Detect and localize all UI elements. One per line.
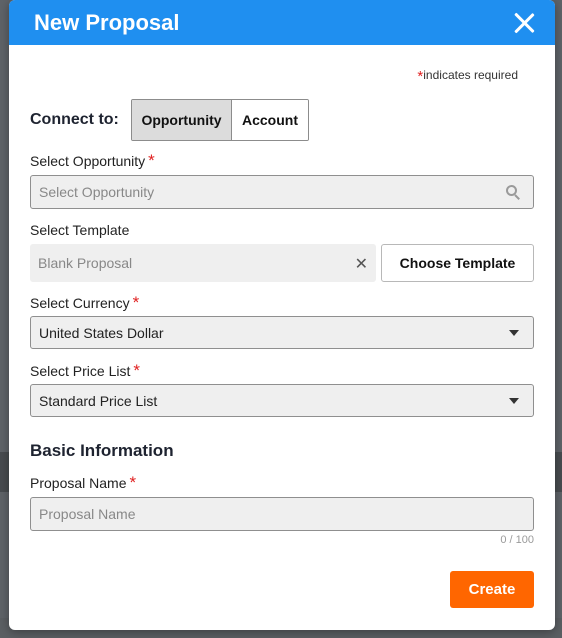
new-proposal-modal: New Proposal *indicates required Connect…	[9, 0, 555, 630]
opportunity-placeholder: Select Opportunity	[39, 184, 155, 200]
price-list-select[interactable]: Standard Price List	[30, 384, 534, 417]
required-star-icon: *	[133, 361, 140, 380]
proposal-name-label-text: Proposal Name	[30, 475, 127, 491]
select-currency-label: Select Currency *	[30, 293, 139, 313]
connect-to-label: Connect to:	[30, 111, 119, 128]
clear-icon[interactable]: ✕	[355, 254, 368, 274]
template-field: Blank Proposal ✕	[30, 244, 376, 282]
required-star-icon: *	[129, 473, 137, 492]
select-price-list-label-text: Select Price List	[30, 363, 131, 379]
chevron-down-icon	[509, 398, 519, 404]
required-note: *indicates required	[417, 68, 518, 85]
chevron-down-icon	[509, 330, 519, 336]
connect-opportunity-button[interactable]: Opportunity	[132, 100, 232, 140]
choose-template-button[interactable]: Choose Template	[381, 244, 534, 282]
proposal-name-label: Proposal Name *	[30, 473, 136, 493]
connect-to-row: Connect to: Opportunity Account	[30, 99, 309, 141]
select-price-list-label: Select Price List *	[30, 361, 140, 381]
price-list-value: Standard Price List	[39, 392, 158, 409]
create-button[interactable]: Create	[450, 571, 534, 608]
select-currency-label-text: Select Currency	[30, 295, 130, 311]
select-template-label: Select Template	[30, 222, 130, 238]
connect-to-toggle: Opportunity Account	[131, 99, 309, 141]
template-value: Blank Proposal	[38, 255, 133, 271]
required-star-icon: *	[132, 293, 140, 312]
connect-account-button[interactable]: Account	[232, 100, 308, 140]
proposal-name-placeholder: Proposal Name	[39, 506, 136, 522]
modal-title: New Proposal	[34, 9, 180, 35]
select-opportunity-label-text: Select Opportunity	[30, 153, 146, 169]
character-counter: 0 / 100	[500, 534, 534, 546]
close-icon[interactable]	[513, 12, 535, 34]
search-icon[interactable]	[506, 185, 522, 201]
opportunity-search-input[interactable]: Select Opportunity	[30, 175, 534, 209]
select-opportunity-label: Select Opportunity *	[30, 151, 155, 171]
required-star-icon: *	[148, 151, 155, 170]
modal-header: New Proposal	[9, 0, 555, 45]
required-note-text: indicates required	[423, 68, 518, 82]
proposal-name-input[interactable]: Proposal Name	[30, 497, 534, 531]
basic-information-heading: Basic Information	[30, 441, 174, 460]
currency-select[interactable]: United States Dollar	[30, 316, 534, 349]
currency-value: United States Dollar	[39, 324, 164, 341]
